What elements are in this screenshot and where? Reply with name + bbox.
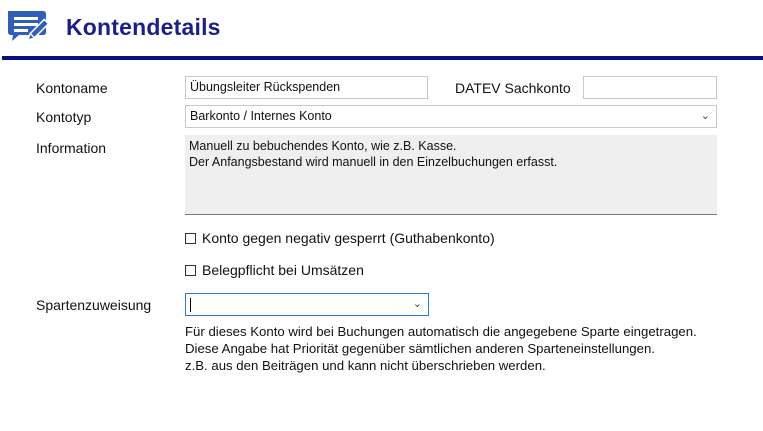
header-divider: [2, 56, 763, 60]
text-cursor: [190, 298, 191, 312]
chevron-down-icon: ⌄: [700, 110, 710, 122]
note-line: Für dieses Konto wird bei Buchungen auto…: [185, 324, 697, 339]
note-line: z.B. aus den Beiträgen und kann nicht üb…: [185, 358, 546, 373]
spartenzuweisung-select[interactable]: ⌄: [185, 293, 429, 316]
note-line: Diese Angabe hat Priorität gegenüber säm…: [185, 341, 655, 356]
datev-sachkonto-input[interactable]: [583, 76, 717, 99]
kontotyp-label: Kontotyp: [36, 109, 92, 125]
information-textbox: Manuell zu bebuchendes Konto, wie z.B. K…: [185, 135, 717, 215]
kontotyp-value: Barkonto / Internes Konto: [190, 109, 332, 123]
checkbox-belegpflicht[interactable]: Belegpflicht bei Umsätzen: [185, 262, 364, 278]
sparte-hinweis: Für dieses Konto wird bei Buchungen auto…: [185, 323, 697, 374]
notes-pencil-icon: [8, 11, 50, 41]
information-line: Manuell zu bebuchendes Konto, wie z.B. K…: [189, 139, 457, 153]
kontoname-label: Kontoname: [36, 80, 108, 96]
information-label: Information: [36, 140, 107, 156]
checkbox-box[interactable]: [185, 264, 196, 276]
header: Kontendetails: [0, 0, 763, 58]
spartenzuweisung-label: Spartenzuweisung: [36, 297, 152, 313]
datev-sachkonto-label: DATEV Sachkonto: [455, 80, 571, 96]
kontoname-input[interactable]: Übungsleiter Rückspenden: [185, 76, 428, 99]
checkbox-label: Belegpflicht bei Umsätzen: [202, 262, 364, 278]
checkbox-konto-negativ-gesperrt[interactable]: Konto gegen negativ gesperrt (Guthabenko…: [185, 230, 495, 246]
kontotyp-select[interactable]: Barkonto / Internes Konto ⌄: [185, 105, 717, 128]
page-title: Kontendetails: [66, 14, 221, 40]
information-line: Der Anfangsbestand wird manuell in den E…: [189, 155, 558, 169]
chevron-down-icon: ⌄: [412, 298, 422, 310]
checkbox-box[interactable]: [185, 232, 196, 244]
checkbox-label: Konto gegen negativ gesperrt (Guthabenko…: [202, 230, 495, 246]
